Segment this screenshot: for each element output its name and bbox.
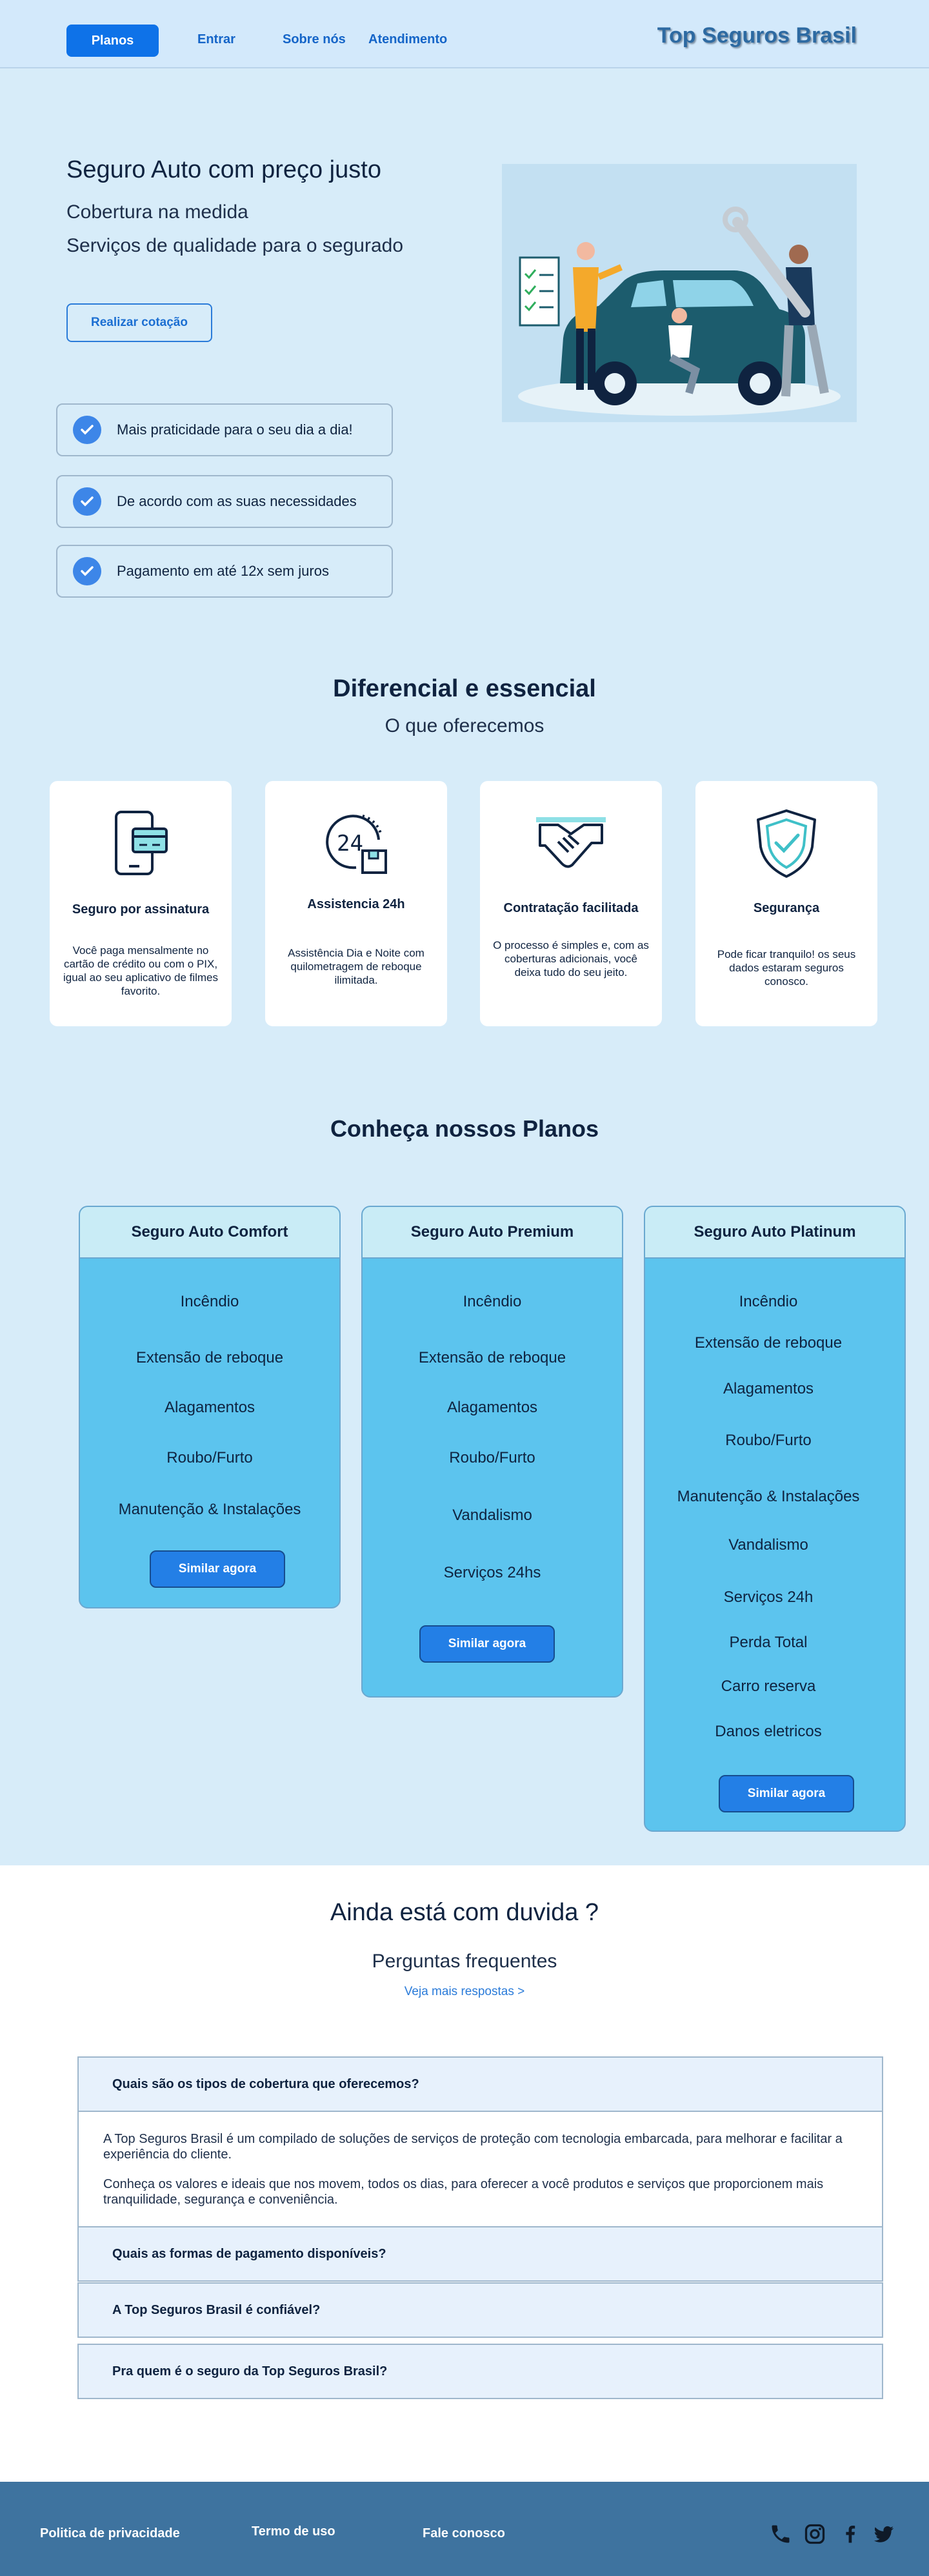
feature-title: Assistencia 24h [307, 897, 405, 911]
hero-title: Seguro Auto com preço justo [66, 156, 381, 183]
faq-question[interactable]: Quais são os tipos de cobertura que ofer… [77, 2056, 883, 2112]
plan-coverage: Incêndio [463, 1293, 522, 1310]
brand-logo[interactable]: Top Seguros Brasil [657, 23, 857, 48]
check-icon [73, 557, 101, 585]
nav-sobre-link[interactable]: Sobre nós [283, 32, 346, 47]
features-subtitle: O que oferecemos [385, 715, 544, 736]
plan-coverage: Alagamentos [723, 1380, 814, 1397]
plan-coverage: Manutenção & Instalações [677, 1488, 860, 1505]
plan-coverage: Carro reserva [721, 1678, 816, 1695]
plan-coverage: Incêndio [180, 1293, 239, 1310]
plan-coverage: Extensão de reboque [694, 1334, 843, 1352]
benefit-label: De acordo com as suas necessidades [117, 493, 357, 509]
plans-title: Conheça nossos Planos [330, 1115, 599, 1142]
hero-illustration [502, 164, 857, 422]
faq-answer-paragraph: A Top Seguros Brasil é um compilado de s… [103, 2132, 843, 2162]
plan-coverage: Alagamentos [164, 1399, 255, 1416]
plan-coverage: Serviços 24h [723, 1588, 814, 1606]
benefit-item: Mais praticidade para o seu dia a dia! [56, 403, 393, 456]
plan-coverage: Vandalismo [452, 1506, 532, 1524]
simulate-button[interactable]: Similar agora [150, 1550, 285, 1588]
faq-subtitle: Perguntas frequentes [372, 1951, 557, 1972]
feature-description: Assistência Dia e Noite com quilometrage… [288, 947, 425, 986]
feature-title: Seguro por assinatura [72, 902, 210, 917]
shield-check-icon [748, 804, 825, 882]
feature-card: 24 Assistencia 24h Assistência Dia e Noi… [265, 781, 447, 1026]
plan-coverage: Perda Total [729, 1634, 808, 1651]
hero-subtitle-1: Cobertura na medida [66, 201, 248, 223]
feature-description: Você paga mensalmente no cartão de crédi… [63, 944, 219, 997]
plan-coverage: Alagamentos [446, 1399, 538, 1416]
plan-coverage: Serviços 24hs [443, 1564, 541, 1581]
benefit-label: Pagamento em até 12x sem juros [117, 563, 329, 579]
feature-card: Seguro por assinatura Você paga mensalme… [50, 781, 232, 1026]
faq-question[interactable]: A Top Seguros Brasil é confiável? [77, 2282, 883, 2338]
plan-name: Seguro Auto Platinum [645, 1207, 904, 1259]
check-icon [73, 416, 101, 444]
faq-question[interactable]: Pra quem é o seguro da Top Seguros Brasi… [77, 2344, 883, 2399]
feature-description: O processo é simples e, com as cobertura… [493, 939, 649, 979]
check-icon [73, 487, 101, 516]
simulate-button[interactable]: Similar agora [719, 1775, 854, 1812]
feature-title: Segurança [753, 901, 820, 915]
phone-card-icon [102, 804, 179, 882]
feature-card: Contratação facilitada O processo é simp… [480, 781, 662, 1026]
benefit-item: Pagamento em até 12x sem juros [56, 545, 393, 598]
feature-card: Segurança Pode ficar tranquilo! os seus … [695, 781, 877, 1026]
handshake-icon [532, 804, 610, 882]
benefit-label: Mais praticidade para o seu dia a dia! [117, 421, 353, 438]
feature-title: Contratação facilitada [503, 901, 639, 915]
nav-entrar-link[interactable]: Entrar [197, 32, 235, 47]
plan-card-platinum: Seguro Auto Platinum Incêndio Extensão d… [644, 1206, 906, 1832]
terms-link[interactable]: Termo de uso [252, 2524, 335, 2539]
faq-answer-paragraph: Conheça os valores e ideais que nos move… [103, 2177, 824, 2207]
plan-coverage: Roubo/Furto [449, 1449, 535, 1466]
features-title: Diferencial e essencial [333, 675, 596, 702]
plan-name: Seguro Auto Premium [363, 1207, 622, 1259]
plan-coverage: Extensão de reboque [418, 1349, 566, 1366]
faq-title: Ainda está com duvida ? [330, 1899, 599, 1926]
plan-coverage: Manutenção & Instalações [118, 1501, 301, 1518]
plan-coverage: Roubo/Furto [725, 1432, 812, 1449]
privacy-policy-link[interactable]: Politica de privacidade [40, 2526, 180, 2541]
plan-name: Seguro Auto Comfort [80, 1207, 339, 1259]
svg-text:24: 24 [337, 831, 363, 857]
site-footer: Politica de privacidade Termo de uso Fal… [0, 2482, 929, 2576]
contact-link[interactable]: Fale conosco [423, 2526, 505, 2541]
facebook-icon[interactable] [839, 2522, 862, 2546]
see-more-answers-link[interactable]: Veja mais respostas > [0, 1985, 929, 1999]
plan-card-premium: Seguro Auto Premium Incêndio Extensão de… [361, 1206, 623, 1698]
plan-coverage: Roubo/Furto [166, 1449, 253, 1466]
plan-coverage: Incêndio [739, 1293, 798, 1310]
clock-24h-icon: 24 [317, 804, 395, 882]
simulate-button[interactable]: Similar agora [419, 1625, 555, 1663]
faq-question[interactable]: Quais as formas de pagamento disponíveis… [77, 2226, 883, 2282]
instagram-icon[interactable] [803, 2522, 826, 2546]
quote-button[interactable]: Realizar cotação [66, 303, 212, 342]
plan-card-comfort: Seguro Auto Comfort Incêndio Extensão de… [79, 1206, 341, 1608]
nav-planos-button[interactable]: Planos [66, 25, 159, 57]
plan-coverage: Danos eletricos [715, 1723, 822, 1740]
faq-answer: A Top Seguros Brasil é um compilado de s… [77, 2112, 883, 2227]
nav-atendimento-link[interactable]: Atendimento [368, 32, 447, 47]
benefit-item: De acordo com as suas necessidades [56, 475, 393, 528]
feature-description: Pode ficar tranquilo! os seus dados esta… [717, 948, 856, 988]
phone-icon[interactable] [769, 2522, 792, 2546]
plan-coverage: Vandalismo [728, 1536, 808, 1554]
site-header: Planos Entrar Sobre nós Atendimento Top … [0, 0, 929, 68]
plan-coverage: Extensão de reboque [135, 1349, 284, 1366]
hero-subtitle-2: Serviços de qualidade para o segurado [66, 235, 404, 256]
twitter-icon[interactable] [872, 2522, 895, 2546]
